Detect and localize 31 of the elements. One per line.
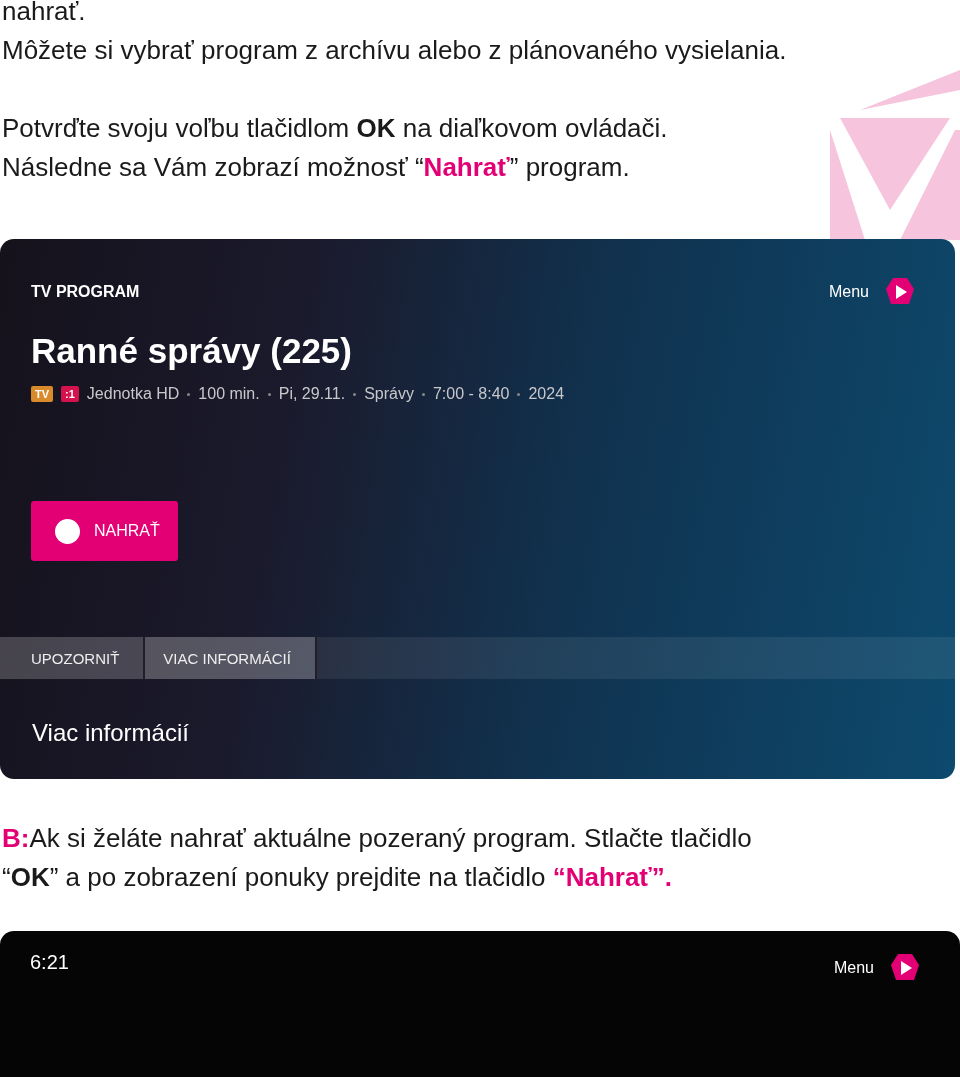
program-detail: 2024 [528,385,565,403]
instruction-text: “OK” a po zobrazení ponuky prejdite na tlačidlo “Nahrať”. [2,861,674,894]
circle-icon [55,518,80,544]
program-detail: 7:00 - 8:40 [432,385,510,403]
tab[interactable]: UPOZORNIŤ [0,637,146,679]
instruction-text: Následne sa Vám zobrazí možnosť “Nahrať” program. [2,151,631,184]
record-button[interactable]: NAHRAŤ [31,501,178,561]
program-detail: 100 min. [198,385,260,403]
instruction-text: Môžete si vybrať program z archívu alebo z plánovaného vysielania. [2,34,788,67]
separator-dot [187,392,191,396]
menu-label: Menu [833,959,874,977]
separator-dot [421,392,425,396]
tab[interactable]: VIAC INFORMÁCIÍ [145,637,317,679]
program-detail: Pi, 29.11. [278,385,346,403]
separator-dot [267,392,271,396]
instruction-text: nahrať. [2,0,87,28]
section-label: TV PROGRAM [31,283,140,301]
play-icon[interactable] [885,277,915,307]
instruction-text: Potvrďte svoju voľbu tlačidlom OK na diaľkovom ovládači. [2,112,669,145]
section-heading: Viac informácií [32,719,190,747]
clock-time: 6:21 [30,951,69,974]
instruction-text: B:Ak si želáte nahrať aktuálne pozeraný program. Stlačte tlačidlo [2,822,753,855]
channel-badge: :1 [61,386,79,402]
program-title: Ranné správy (225) [31,331,353,371]
program-detail: Jednotka HD [86,385,180,403]
separator-dot [517,392,521,396]
program-detail: Správy [364,385,414,403]
play-icon[interactable] [890,953,920,983]
menu-label: Menu [828,283,869,301]
separator-dot [353,392,357,396]
channel-badge: TV [31,386,54,402]
